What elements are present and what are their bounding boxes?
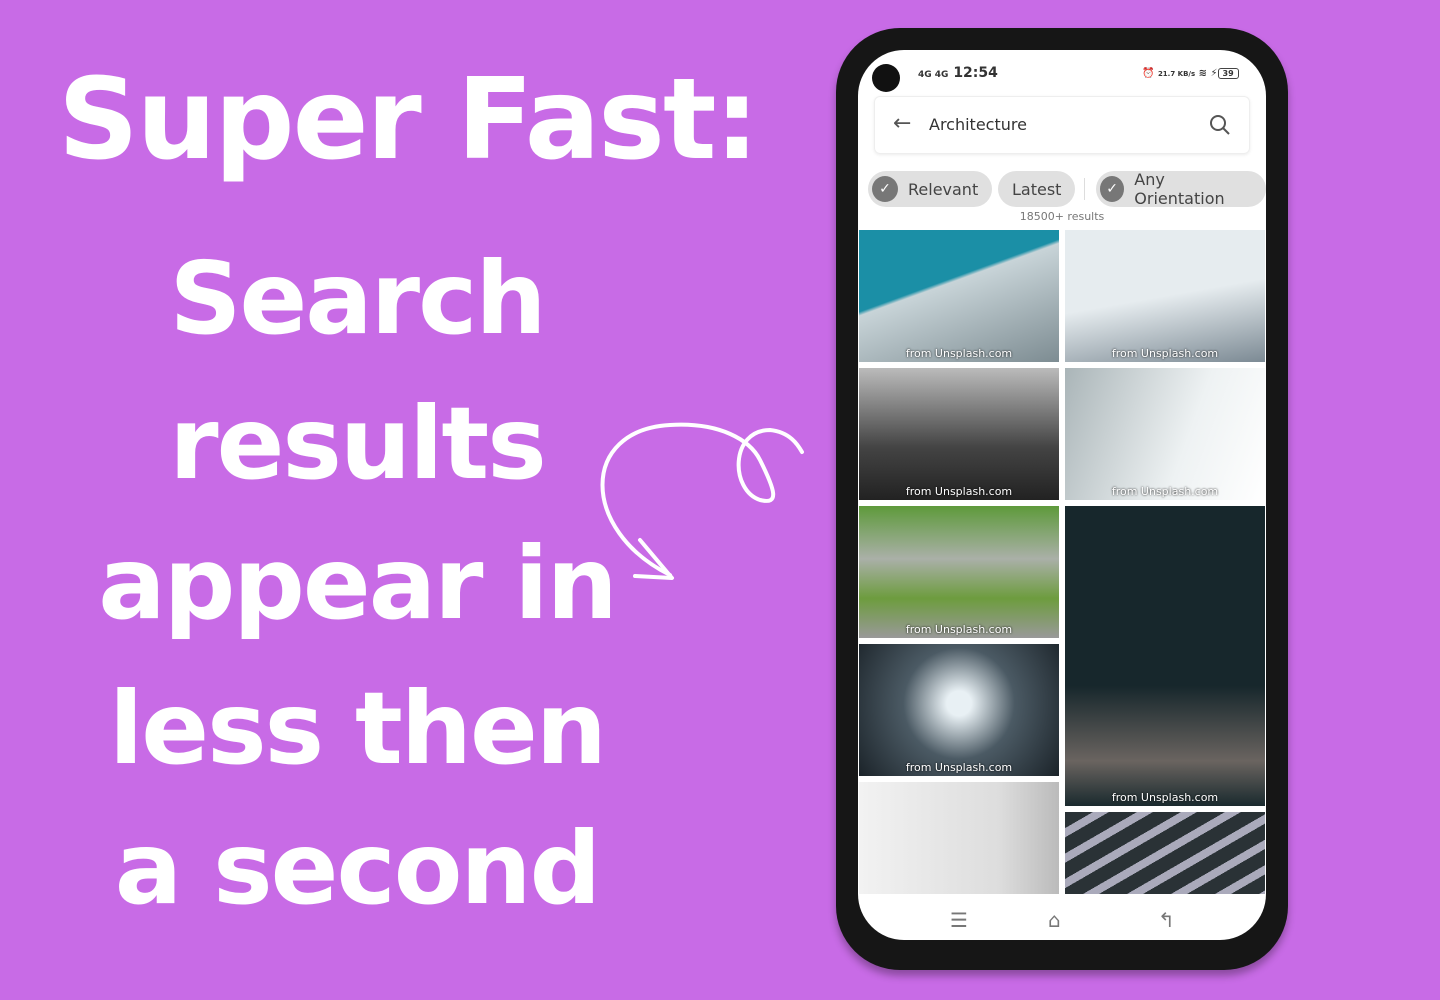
headline-line: less then — [109, 670, 607, 787]
image-tile[interactable]: from Unsplash.com — [859, 368, 1059, 500]
chip-label: Any Orientation — [1134, 170, 1225, 208]
status-right: ⏰ 21.7 KB/s ≋ ⚡ 39 — [1142, 68, 1239, 79]
network-indicator: 4G 4G — [918, 70, 949, 80]
image-tile[interactable]: from Unsplash.com — [859, 644, 1059, 776]
search-icon[interactable] — [1209, 114, 1231, 136]
back-icon[interactable]: ↰ — [1158, 908, 1175, 932]
headline-line: a second — [114, 810, 601, 927]
image-caption: from Unsplash.com — [1111, 791, 1219, 804]
menu-icon[interactable]: ☰ — [950, 908, 968, 932]
headline-line: results — [169, 385, 546, 502]
search-input[interactable]: Architecture — [929, 115, 1027, 134]
image-tile[interactable]: from Unsplash.com — [859, 230, 1059, 362]
curved-arrow-icon — [600, 422, 804, 580]
image-tile[interactable]: from Unsplash.com — [1065, 368, 1265, 500]
image-tile[interactable] — [859, 782, 1059, 894]
camera-icon — [872, 64, 900, 92]
check-icon: ✓ — [1100, 176, 1125, 202]
filter-orientation[interactable]: ✓ Any Orientation — [1096, 170, 1266, 208]
check-icon: ✓ — [872, 176, 898, 202]
clock: 12:54 — [953, 65, 998, 81]
image-tile[interactable]: from Unsplash.com — [1065, 506, 1265, 806]
filter-relevant[interactable]: ✓ Relevant — [868, 171, 993, 207]
image-caption: from Unsplash.com — [905, 761, 1013, 774]
arrow-left-icon[interactable]: ← — [893, 111, 911, 136]
image-tile[interactable]: from Unsplash.com — [859, 506, 1059, 638]
search-bar[interactable]: ← Architecture — [874, 96, 1250, 154]
image-tile[interactable]: from Unsplash.com — [1065, 230, 1265, 362]
phone-screen: 4G 4G 12:54 ⏰ 21.7 KB/s ≋ ⚡ 39 ← Architec… — [858, 50, 1266, 940]
image-caption: from Unsplash.com — [905, 347, 1013, 360]
headline-title: Super Fast: — [58, 55, 759, 185]
divider — [1084, 178, 1085, 200]
status-left: 4G 4G 12:54 — [918, 65, 998, 81]
image-caption: from Unsplash.com — [1111, 347, 1219, 360]
headline-line: Search — [169, 240, 546, 357]
image-caption: from Unsplash.com — [905, 623, 1013, 636]
chip-label: Relevant — [908, 179, 979, 199]
image-tile[interactable] — [1065, 812, 1265, 894]
chip-label: Latest — [1012, 179, 1062, 199]
results-count: 18500+ results — [1019, 210, 1105, 223]
filter-latest[interactable]: Latest — [998, 171, 1076, 207]
home-icon[interactable]: ⌂ — [1048, 908, 1061, 932]
headline-line: appear in — [98, 525, 618, 642]
battery-indicator: 39 — [1217, 68, 1239, 79]
image-caption: from Unsplash.com — [1111, 485, 1219, 498]
image-caption: from Unsplash.com — [905, 485, 1013, 498]
net-speed: 21.7 KB/s — [1157, 70, 1196, 78]
